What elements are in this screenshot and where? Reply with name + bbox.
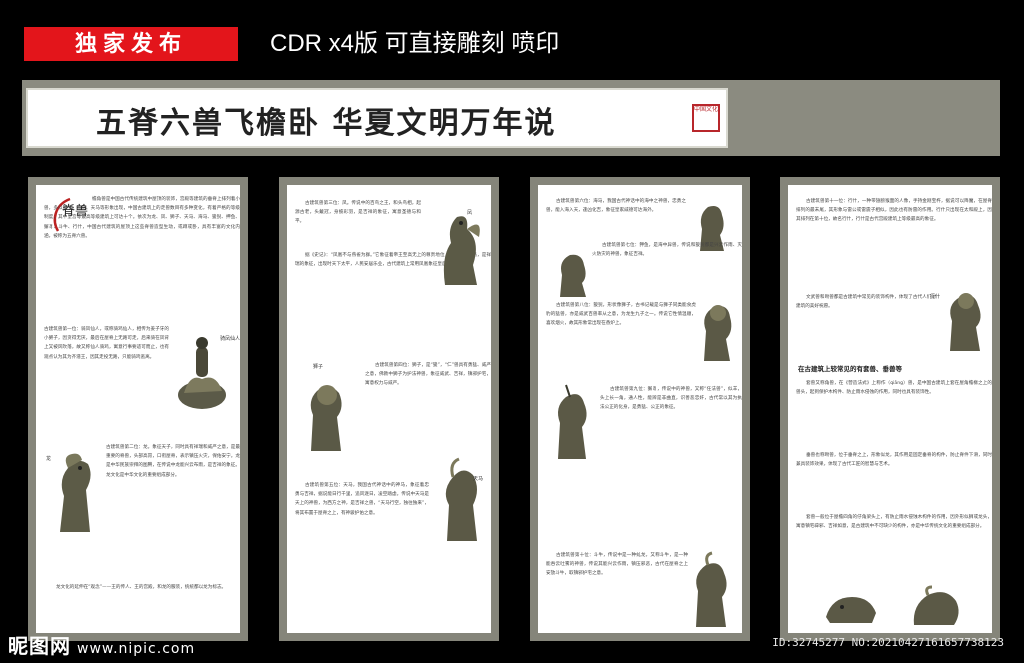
site-logo-text: 昵图网 <box>8 634 71 658</box>
xingshi-figure <box>950 293 981 351</box>
panel-4-subtitle: 在古建筑上较常见的有套兽、垂兽等 <box>798 365 902 373</box>
panel-3-para-1: 古建筑兽第六位：海马，我国古代神话中的海中之神兽，忠勇之兽，能入海入天，逢凶化吉… <box>546 199 686 214</box>
panel-3-para-2: 古建筑兽第七位：狎鱼，是海中异兽，传说和狻猊都是兴云作雨、灭火防灾的神兽，象征吉… <box>592 243 742 258</box>
panel-2-para-1: 古建筑兽第三位：凤。传说中的百鸟之王，和头鸟相，起源古老，头戴冠，身披彩羽，是吉… <box>295 201 421 225</box>
panel-4-para-3: 套兽又称角兽，在《营造法式》上称作（qiāng）兽，是中国古建筑上套在屋角檐椽之… <box>796 381 992 396</box>
panel-3: 古建筑兽第六位：海马，我国古代神话中的海中之神兽，忠勇之兽，能入海入天，逢凶化吉… <box>530 177 750 641</box>
panel-4-para-1: 古建筑兽第十一位：行什，一种带翅膀猴面的人像，手持金刚宝杵，据说可以降魔，在屋脊… <box>796 199 992 223</box>
panel-1: 脊兽 檐角兽是中国古代传统建筑中屋顶的装饰，宫殿等建筑的垂脊上排列着小兽，多以狮… <box>28 177 248 641</box>
panel-2-caption-3: 天马 <box>473 476 484 482</box>
banner-title: 五脊六兽飞檐卧 华夏文明万年说 <box>96 106 557 141</box>
panel-1-caption-2: 龙 <box>46 456 52 462</box>
panel-4-para-2: 文武兽和吻兽都是古建筑中常见的装饰构件，体现了古代人们对建筑的美好祝愿。 <box>796 295 936 310</box>
heavenly-horse-figure <box>445 457 477 541</box>
panel-1-caption-1: 骑凤仙人 <box>220 336 240 342</box>
panel-3-para-4: 古建筑兽第九位：獬豸，传说中的神兽，又称“任法兽”，似羊，头上长一角，通人性，能… <box>600 387 742 411</box>
headline-text: CDR x4版 可直接雕刻 喷印 <box>270 30 560 57</box>
panel-1-para-3: 古建筑兽第二位：龙。象征天子，同时具有祥瑞和威严之意，是最重要的脊兽，头部高昂，… <box>106 445 240 478</box>
phoenix-figure <box>443 216 480 285</box>
panel-4: 古建筑兽第十一位：行什，一种带翅膀猴面的人像，手持金刚宝杵，据说可以降魔，在屋脊… <box>780 177 1000 641</box>
suanni-figure <box>704 305 732 361</box>
panel-2-para-4: 古建筑兽第五位：天马，我国古代神话中的神马，象征着忠勇与吉祥，据说能日行千里，追… <box>295 483 429 516</box>
panel-3-para-5: 古建筑兽第十位：斗牛，传说中是一种虬龙，又称斗牛，是一种能吞云吐雾的神兽，传说其… <box>546 553 688 577</box>
ridge-beast-figure <box>913 585 959 625</box>
exclusive-badge: 独家发布 <box>24 27 238 61</box>
seal-stamp: 中国文化 <box>692 104 720 132</box>
corner-beast-figure <box>826 597 876 623</box>
fish-beast-figure <box>560 254 586 297</box>
douniu-figure <box>696 551 727 627</box>
panel-2-caption-2: 狮子 <box>313 364 324 370</box>
panel-1-para-2: 古建筑兽第一位：骑凤仙人，或称骑鸡仙人，相传为姜子牙的小舅子，因贪得无厌，最后在… <box>44 327 169 360</box>
panel-3-para-3: 古建筑兽第八位：狻猊，形状像狮子，古书记载是与狮子同类能食虎豹的猛兽，亦是威武百… <box>546 303 696 327</box>
site-logo: 昵图网 www.nipic.com <box>8 630 195 659</box>
panel-2-caption-1: 凤 <box>467 210 473 216</box>
panel-2-content: 古建筑兽第三位：凤。传说中的百鸟之王，和头鸟相，起源古老，头戴冠，身披彩羽，是吉… <box>287 185 491 633</box>
panel-1-content: 脊兽 檐角兽是中国古代传统建筑中屋顶的装饰，宫殿等建筑的垂脊上排列着小兽，多以狮… <box>36 185 240 633</box>
image-id-label: ID:32745277 NO:20210427161657738123 <box>772 636 1004 649</box>
panel-3-content: 古建筑兽第六位：海马，我国古代神话中的海中之神兽，忠勇之兽，能入海入天，逢凶化吉… <box>538 185 742 633</box>
xiezhi-figure <box>558 384 587 459</box>
panel-4-caption-1: 行什 <box>930 294 941 300</box>
dragon-figure <box>60 453 91 532</box>
panel-4-para-5: 套兽一般位于屋檐四角的仔角梁头上，有防止雨水侵蚀木构件的作用，因外形似狮或龙头，… <box>796 515 992 530</box>
site-url: www.nipic.com <box>77 641 196 657</box>
immortal-on-phoenix-figure <box>178 337 226 409</box>
panel-1-para-4: 龙文化的延伸在“观念”——王的传人、王的宫殿，和龙的服装，统统都以龙为标志。 <box>56 585 227 590</box>
lion-figure <box>310 385 342 451</box>
banner: 五脊六兽飞檐卧 华夏文明万年说 中国文化 <box>26 88 728 148</box>
panel-4-content: 古建筑兽第十一位：行什，一种带翅膀猴面的人像，手持金刚宝杵，据说可以降魔，在屋脊… <box>788 185 992 633</box>
panel-1-intro: 檐角兽是中国古代传统建筑中屋顶的装饰，宫殿等建筑的垂脊上排列着小兽，多以狮子、海… <box>44 197 240 239</box>
panel-2: 古建筑兽第三位：凤。传说中的百鸟之王，和头鸟相，起源古老，头戴冠，身披彩羽，是吉… <box>279 177 499 641</box>
panel-4-para-4: 垂兽也称吻兽，位于垂脊之上，形象似龙，其作用是固定垂脊的构件，防止脊件下滑，同时… <box>796 453 992 468</box>
